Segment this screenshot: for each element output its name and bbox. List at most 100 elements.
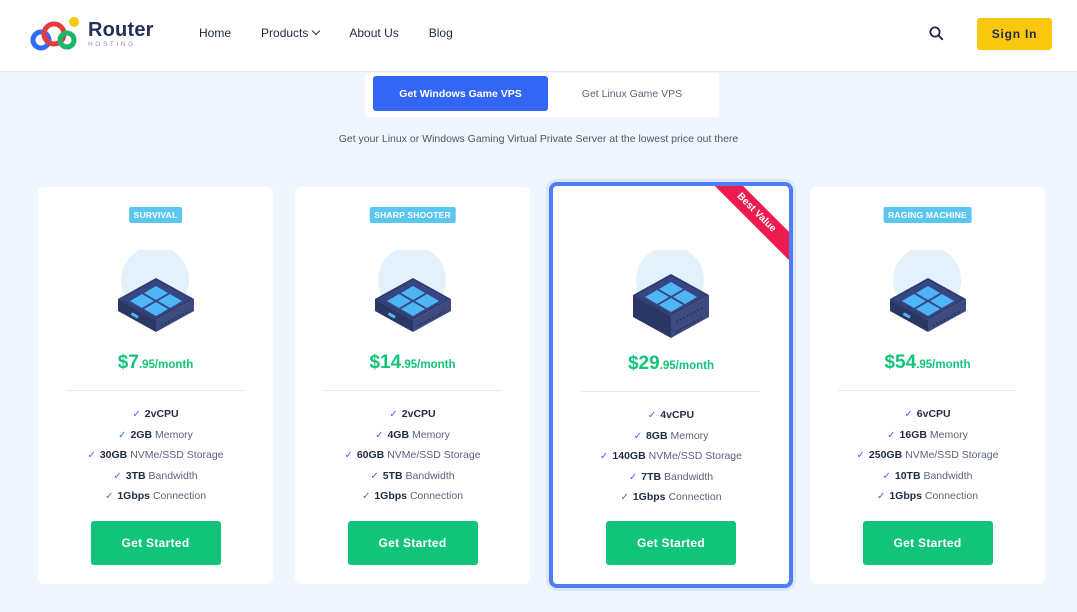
feature-value: 10TB — [894, 469, 921, 482]
feature-label: Bandwidth — [923, 469, 973, 482]
get-started-button[interactable]: Get Started — [862, 521, 993, 565]
plan-price: $54.95/month — [810, 352, 1045, 374]
feature-value: 2vCPU — [401, 408, 436, 420]
feature-label: Bandwidth — [405, 469, 455, 482]
check-icon: ✓ — [344, 450, 353, 461]
check-icon: ✓ — [370, 470, 379, 482]
feature-value: 16GB — [899, 428, 927, 441]
get-started-button[interactable]: Get Started — [347, 521, 478, 565]
nav-link-products[interactable]: Products — [261, 26, 321, 40]
feature-label: Bandwidth — [664, 470, 714, 483]
feature-item: ✓ 5TB Bandwidth — [295, 470, 530, 491]
server-small-icon — [889, 250, 966, 332]
feature-item: ✓ 1Gbps Connection — [295, 490, 530, 511]
check-icon: ✓ — [856, 450, 865, 461]
feature-value: 1Gbps — [374, 490, 408, 502]
check-icon: ✓ — [904, 409, 913, 420]
plan-features: ✓ 6vCPU ✓ 16GB Memory ✓ 250GB NVMe/SSD Stor… — [810, 408, 1045, 511]
nav-link-home[interactable]: Home — [199, 26, 231, 40]
nav-link-label: Home — [199, 26, 232, 40]
feature-item: ✓ 60GB NVMe/SSD Storage — [295, 449, 530, 470]
feature-value: 30GB — [99, 449, 128, 461]
feature-label: Connection — [668, 491, 722, 503]
feature-value: 7TB — [641, 470, 662, 483]
router-logo-icon — [30, 17, 79, 51]
check-icon: ✓ — [132, 409, 141, 420]
feature-label: NVMe/SSD Storage — [648, 450, 742, 462]
feature-label: Connection — [152, 490, 207, 502]
card-divider — [838, 390, 1017, 391]
feature-item: ✓ 30GB NVMe/SSD Storage — [38, 449, 273, 470]
section-subtitle: Get your Linux or Windows Gaming Virtual… — [338, 133, 739, 145]
feature-value: 1Gbps — [889, 490, 923, 502]
feature-item: ✓ 10TB Bandwidth — [810, 470, 1045, 491]
price-per-month: .95/month — [916, 359, 971, 371]
feature-value: 8GB — [645, 429, 668, 442]
price-main: $29 — [627, 353, 660, 374]
feature-value: 3TB — [125, 469, 146, 482]
feature-value: 4GB — [387, 428, 410, 441]
price-main: $14 — [369, 352, 402, 373]
search-button[interactable] — [928, 25, 946, 43]
check-icon: ✓ — [389, 409, 398, 420]
card-divider — [323, 390, 502, 391]
check-icon: ✓ — [628, 471, 638, 483]
server-small-icon — [117, 250, 194, 332]
feature-item: ✓ 2vCPU — [295, 408, 530, 429]
sign-in-button[interactable]: Sign In — [977, 18, 1052, 50]
feature-label: Memory — [929, 428, 968, 441]
feature-item: ✓ 6vCPU — [810, 408, 1045, 429]
feature-value: 5TB — [382, 469, 403, 482]
check-icon: ✓ — [600, 451, 609, 462]
tab-windows-game-vps[interactable]: Get Windows Game VPS — [373, 76, 548, 111]
plan-price: $29.95/month — [553, 353, 789, 375]
nav-link-label: Blog — [428, 26, 453, 40]
feature-label: NVMe/SSD Storage — [130, 449, 224, 461]
feature-value: 250GB — [868, 449, 903, 461]
tab-linux-game-vps[interactable]: Get Linux Game VPS — [548, 76, 716, 111]
feature-item: ✓ 4GB Memory — [295, 429, 530, 450]
feature-item: ✓ 1Gbps Connection — [553, 491, 789, 512]
card-divider — [66, 390, 245, 391]
feature-item: ✓ 2vCPU — [38, 408, 273, 429]
plan-card-raging-machine: RAGING MACHINE $54.95/month ✓ 6vCPU ✓ 16GB… — [810, 187, 1045, 584]
check-icon: ✓ — [375, 429, 384, 441]
feature-label: Memory — [154, 428, 193, 441]
nav-link-about-us[interactable]: About Us — [349, 26, 398, 40]
price-per-month: .95/month — [659, 360, 714, 372]
nav-link-label: Products — [261, 26, 309, 40]
nav-link-label: About Us — [349, 26, 399, 40]
feature-item: ✓ 7TB Bandwidth — [553, 471, 789, 492]
check-icon: ✓ — [876, 491, 886, 502]
feature-item: ✓ 4vCPU — [553, 409, 789, 430]
plan-features: ✓ 2vCPU ✓ 2GB Memory ✓ 30GB NVMe/SSD Storag… — [38, 408, 273, 511]
top-navbar: Router HOSTING Home Products About Us Bl… — [0, 0, 1077, 72]
feature-label: Connection — [409, 490, 464, 502]
card-divider — [581, 391, 761, 392]
feature-item: ✓ 140GB NVMe/SSD Storage — [553, 450, 789, 471]
check-icon: ✓ — [87, 450, 96, 461]
feature-item: ✓ 250GB NVMe/SSD Storage — [810, 449, 1045, 470]
feature-value: 2vCPU — [144, 408, 179, 420]
check-icon: ✓ — [647, 410, 657, 421]
feature-item: ✓ 1Gbps Connection — [810, 490, 1045, 511]
feature-value: 1Gbps — [117, 490, 151, 502]
get-started-button[interactable]: Get Started — [90, 521, 221, 565]
feature-label: Bandwidth — [148, 469, 198, 482]
get-started-button[interactable]: Get Started — [606, 521, 736, 565]
brand-logo[interactable]: Router HOSTING — [30, 16, 154, 52]
check-icon: ✓ — [887, 429, 896, 441]
plan-card-best-value: Best Value $29.95/month ✓ 4vCPU ✓ 8GB Memo… — [549, 182, 793, 588]
plan-price: $7.95/month — [38, 352, 273, 374]
check-icon: ✓ — [104, 491, 114, 502]
plan-price: $14.95/month — [295, 352, 530, 374]
plan-badge: RAGING MACHINE — [883, 207, 972, 223]
plan-features: ✓ 4vCPU ✓ 8GB Memory ✓ 140GB NVMe/SSD Stora… — [553, 409, 789, 512]
check-icon: ✓ — [620, 492, 629, 503]
feature-label: Memory — [670, 429, 709, 442]
server-small-icon — [374, 250, 451, 332]
plan-card-sharp-shooter: SHARP SHOOTER $14.95/month ✓ 2vCPU ✓ 4GB M… — [295, 187, 530, 584]
nav-link-blog[interactable]: Blog — [429, 26, 453, 40]
feature-item: ✓ 8GB Memory — [553, 430, 789, 451]
feature-value: 6vCPU — [916, 408, 951, 420]
